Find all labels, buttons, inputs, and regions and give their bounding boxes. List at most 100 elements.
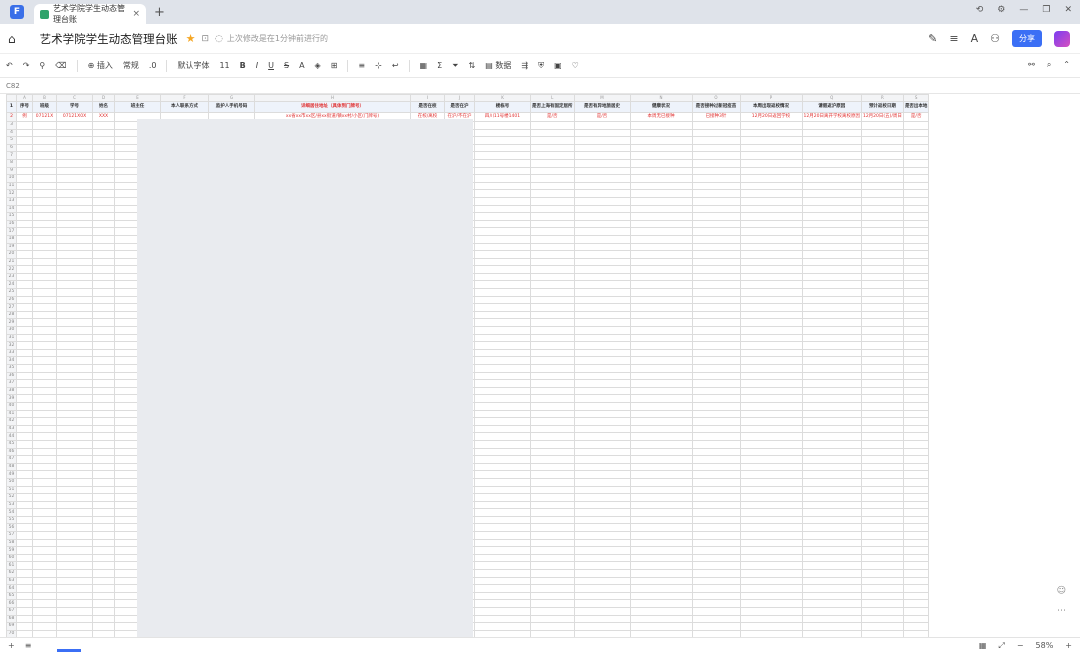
table-cell[interactable] [902, 174, 930, 183]
table-cell[interactable] [56, 447, 93, 457]
table-cell[interactable] [530, 401, 575, 411]
table-cell[interactable] [629, 379, 693, 388]
table-cell[interactable] [801, 295, 862, 305]
table-cell[interactable] [32, 538, 57, 548]
table-cell[interactable] [92, 500, 115, 510]
table-cell[interactable] [56, 333, 93, 343]
row-number[interactable]: 29 [6, 318, 17, 328]
table-cell[interactable] [474, 204, 531, 214]
table-cell[interactable] [629, 333, 693, 343]
header-cell[interactable]: 学号 [56, 101, 93, 113]
row-number[interactable]: 70 [6, 629, 17, 637]
table-cell[interactable] [530, 136, 575, 145]
table-cell[interactable] [530, 326, 575, 335]
table-cell[interactable] [801, 288, 862, 297]
table-cell[interactable] [629, 386, 693, 396]
table-cell[interactable] [92, 584, 115, 593]
table-cell[interactable] [691, 379, 741, 388]
table-cell[interactable] [739, 614, 803, 624]
table-cell[interactable] [860, 515, 904, 525]
table-cell[interactable] [801, 432, 862, 441]
table-cell[interactable] [801, 348, 862, 358]
document-title[interactable]: 艺术学院学生动态管理台账 [40, 31, 178, 47]
decimal-icon[interactable]: .0 [149, 61, 157, 70]
table-cell[interactable] [32, 584, 57, 593]
table-cell[interactable] [573, 257, 631, 267]
hint-cell[interactable]: 07121X [32, 112, 57, 122]
table-cell[interactable] [56, 196, 93, 206]
table-cell[interactable] [56, 584, 93, 593]
table-cell[interactable] [739, 455, 803, 464]
fullscreen-icon[interactable]: ⤢ [998, 641, 1004, 651]
table-cell[interactable] [860, 470, 904, 479]
table-cell[interactable] [56, 257, 93, 267]
table-cell[interactable] [801, 158, 862, 168]
table-cell[interactable] [56, 538, 93, 548]
close-tab-icon[interactable]: × [132, 9, 140, 19]
row-number[interactable]: 27 [6, 303, 17, 312]
table-cell[interactable] [530, 166, 575, 176]
table-cell[interactable] [16, 227, 33, 236]
table-cell[interactable] [691, 455, 741, 464]
table-cell[interactable] [474, 265, 531, 274]
table-cell[interactable] [474, 219, 531, 229]
table-cell[interactable] [32, 455, 57, 464]
table-cell[interactable] [629, 326, 693, 335]
table-cell[interactable] [56, 189, 93, 198]
table-cell[interactable] [474, 424, 531, 434]
table-cell[interactable] [16, 523, 33, 533]
table-cell[interactable] [16, 417, 33, 426]
table-cell[interactable] [860, 121, 904, 130]
table-cell[interactable] [32, 622, 57, 631]
table-cell[interactable] [32, 212, 57, 221]
header-cell[interactable]: 是否出本地 [902, 101, 930, 113]
table-cell[interactable] [573, 121, 631, 130]
table-cell[interactable] [902, 295, 930, 305]
table-cell[interactable] [739, 364, 803, 373]
table-cell[interactable] [474, 196, 531, 206]
table-cell[interactable] [16, 546, 33, 555]
table-cell[interactable] [92, 622, 115, 631]
table-cell[interactable] [16, 447, 33, 457]
table-cell[interactable] [860, 272, 904, 282]
more-icon[interactable]: ⋯ [1057, 606, 1066, 616]
row-number[interactable]: 49 [6, 470, 17, 479]
table-cell[interactable] [530, 622, 575, 631]
table-cell[interactable] [16, 257, 33, 267]
table-cell[interactable] [860, 455, 904, 464]
redo-icon[interactable]: ↷ [23, 61, 30, 70]
table-cell[interactable] [16, 394, 33, 403]
table-cell[interactable] [530, 607, 575, 616]
table-cell[interactable] [56, 394, 93, 403]
table-cell[interactable] [629, 310, 693, 320]
data-button[interactable]: ▤ 数据 [485, 60, 511, 71]
table-cell[interactable] [530, 196, 575, 206]
table-cell[interactable] [530, 394, 575, 403]
table-cell[interactable] [92, 310, 115, 320]
table-cell[interactable] [860, 341, 904, 350]
table-cell[interactable] [629, 614, 693, 624]
table-cell[interactable] [32, 348, 57, 358]
table-cell[interactable] [691, 576, 741, 586]
table-cell[interactable] [902, 272, 930, 282]
table-cell[interactable] [92, 424, 115, 434]
header-cell[interactable]: 健康状况 [629, 101, 693, 113]
table-cell[interactable] [629, 401, 693, 411]
table-cell[interactable] [573, 265, 631, 274]
table-cell[interactable] [739, 143, 803, 153]
table-cell[interactable] [16, 326, 33, 335]
search-icon[interactable]: ⌕ [1047, 60, 1051, 70]
table-cell[interactable] [32, 341, 57, 350]
table-cell[interactable] [629, 318, 693, 328]
table-cell[interactable] [530, 318, 575, 328]
table-cell[interactable] [16, 379, 33, 388]
table-cell[interactable] [92, 303, 115, 312]
table-cell[interactable] [92, 455, 115, 464]
table-cell[interactable] [530, 121, 575, 130]
table-cell[interactable] [801, 204, 862, 214]
table-cell[interactable] [629, 515, 693, 525]
table-cell[interactable] [629, 151, 693, 160]
font-select[interactable]: 默认字体 [177, 60, 209, 71]
close-window-icon[interactable]: ✕ [1064, 5, 1072, 15]
table-cell[interactable] [860, 204, 904, 214]
